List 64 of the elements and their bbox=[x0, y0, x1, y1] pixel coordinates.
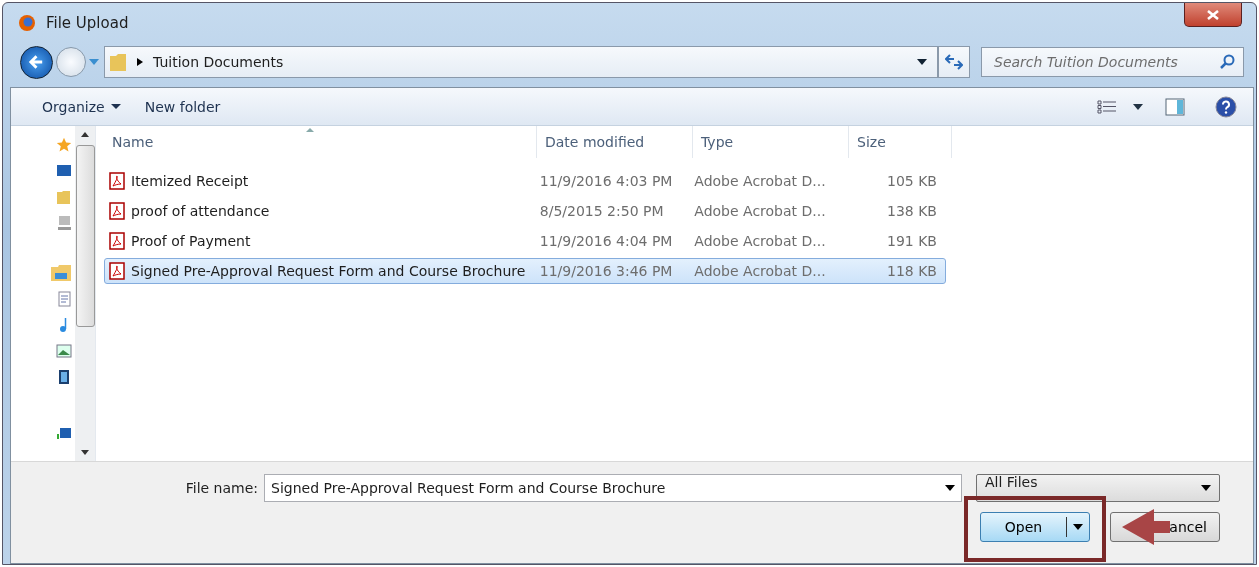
date-cell-text: 11/9/2016 3:46 PM bbox=[538, 263, 674, 279]
organize-menu[interactable]: Organize bbox=[33, 94, 130, 119]
file-row[interactable]: Proof of Payment 11/9/2016 4:04 PM Adobe Acrobat D... 191 KB bbox=[104, 228, 946, 254]
libraries-icon[interactable] bbox=[50, 264, 72, 282]
column-header[interactable]: Date modified bbox=[537, 126, 693, 158]
file-name: Proof of Payment bbox=[131, 233, 251, 249]
size-cell-text: 105 KB bbox=[886, 173, 938, 189]
video-icon[interactable] bbox=[56, 368, 72, 386]
chevron-icon bbox=[137, 58, 143, 66]
computer-icon[interactable] bbox=[56, 214, 72, 232]
file-name: proof of attendance bbox=[131, 203, 270, 219]
refresh-icon bbox=[945, 54, 963, 70]
file-name-field[interactable]: Signed Pre-Approval Request Form and Course Brochure bbox=[264, 474, 962, 502]
scrollbar[interactable] bbox=[75, 126, 95, 461]
sort-indicator-icon bbox=[306, 128, 314, 132]
pdf-icon bbox=[109, 262, 125, 280]
address-path: Tuition Documents bbox=[153, 54, 284, 70]
date-cell-text: 11/9/2016 4:04 PM bbox=[538, 233, 674, 249]
search-icon bbox=[1219, 54, 1235, 70]
type-cell-text: Adobe Acrobat D... bbox=[693, 173, 827, 189]
column-header[interactable]: Type bbox=[693, 126, 849, 158]
open-button[interactable]: Open bbox=[980, 512, 1090, 542]
file-name: Signed Pre-Approval Request Form and Course Brochure bbox=[131, 263, 526, 279]
dropdown-caret-icon[interactable] bbox=[917, 59, 927, 65]
browser-icon bbox=[17, 13, 37, 33]
new-folder-button[interactable]: New folder bbox=[135, 94, 230, 119]
help-icon[interactable] bbox=[1215, 95, 1237, 118]
type-cell-text: Adobe Acrobat D... bbox=[693, 263, 827, 279]
pdf-icon bbox=[109, 202, 125, 220]
split-caret-icon bbox=[1073, 524, 1083, 530]
folder-icon bbox=[109, 52, 127, 72]
star-icon[interactable] bbox=[56, 136, 72, 154]
scroll-thumb[interactable] bbox=[75, 145, 95, 327]
scroll-down-icon[interactable] bbox=[81, 450, 89, 455]
column-header[interactable]: Size bbox=[849, 126, 952, 158]
type-cell-text: Adobe Acrobat D... bbox=[693, 203, 827, 219]
close-icon bbox=[1207, 9, 1219, 20]
dropdown-caret-icon[interactable] bbox=[945, 485, 955, 491]
file-type-dropdown[interactable]: All Files bbox=[976, 474, 1220, 502]
view-options-icon[interactable] bbox=[1097, 97, 1117, 116]
close-button[interactable] bbox=[1184, 3, 1242, 27]
search-field[interactable]: Search Tuition Documents bbox=[981, 47, 1244, 77]
size-cell-text: 138 KB bbox=[886, 203, 938, 219]
view-caret-icon[interactable] bbox=[1133, 103, 1143, 110]
back-button[interactable] bbox=[20, 45, 53, 79]
search-input[interactable]: Search Tuition Documents bbox=[992, 53, 1219, 71]
file-row[interactable]: Signed Pre-Approval Request Form and Course Brochure 11/9/2016 3:46 PM Adobe Acrobat D... 118 KB bbox=[104, 258, 946, 284]
window-title: File Upload bbox=[46, 14, 129, 32]
address-bar[interactable]: Tuition Documents bbox=[104, 46, 938, 78]
date-cell-text: 11/9/2016 4:03 PM bbox=[538, 173, 674, 189]
scroll-up-icon[interactable] bbox=[81, 132, 89, 137]
size-cell-text: 191 KB bbox=[886, 233, 938, 249]
dropdown-caret-icon bbox=[1201, 485, 1211, 491]
pictures-icon[interactable] bbox=[56, 342, 72, 360]
file-row[interactable]: proof of attendance 8/5/2015 2:50 PM Adobe Acrobat D... 138 KB bbox=[104, 198, 946, 224]
pdf-icon bbox=[109, 172, 125, 190]
size-cell-text: 118 KB bbox=[886, 263, 938, 279]
file-name-label: File name: bbox=[185, 480, 258, 496]
date-cell-text: 8/5/2015 2:50 PM bbox=[538, 203, 665, 219]
refresh-button[interactable] bbox=[938, 46, 970, 78]
type-cell-text: Adobe Acrobat D... bbox=[693, 233, 827, 249]
file-name: Itemized Receipt bbox=[131, 173, 249, 189]
pdf-icon bbox=[109, 232, 125, 250]
file-row[interactable]: Itemized Receipt 11/9/2016 4:03 PM Adobe Acrobat D... 105 KB bbox=[104, 168, 946, 194]
